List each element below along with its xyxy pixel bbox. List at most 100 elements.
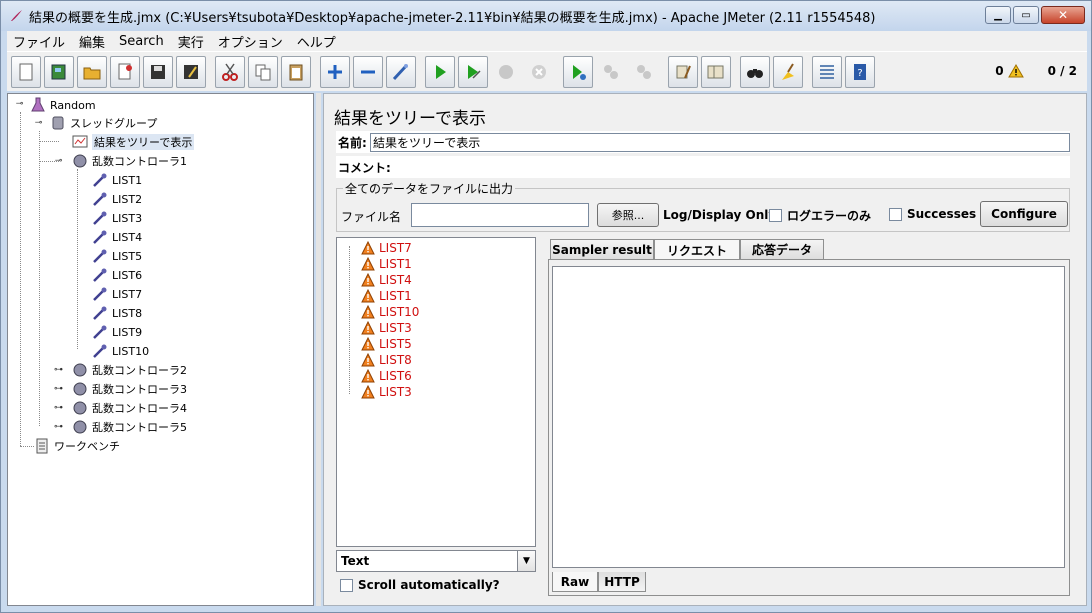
tree-item-workbench[interactable]: ワークベンチ — [34, 437, 120, 455]
result-item[interactable]: LIST7 — [337, 240, 412, 256]
test-plan-tree[interactable]: ⊸ Random ⊸ スレッドグループ 結果をツリーで表示 ⊸ 乱数コントローラ… — [7, 93, 314, 606]
tree-item-random-controller-5[interactable]: 乱数コントローラ5 — [72, 418, 187, 436]
save-button[interactable] — [143, 55, 173, 88]
request-text-area[interactable] — [552, 266, 1065, 568]
start-button[interactable] — [425, 55, 455, 88]
save-as-button[interactable] — [176, 55, 206, 88]
random-controller-icon — [72, 400, 88, 416]
tree-item-sampler-list9[interactable]: LIST9 — [92, 323, 142, 341]
tree-item-sampler-list6[interactable]: LIST6 — [92, 266, 142, 284]
successes-box[interactable] — [889, 207, 902, 221]
menu-edit[interactable]: 編集 — [79, 32, 105, 51]
thread-group-toggle-icon[interactable]: ⊸ — [34, 119, 43, 128]
reset-search-button[interactable] — [773, 55, 803, 88]
new-button[interactable] — [11, 55, 41, 88]
controller5-toggle-icon[interactable]: ⊶ — [54, 423, 63, 432]
tree-item-sampler-list7[interactable]: LIST7 — [92, 285, 142, 303]
collapse-all-button[interactable] — [353, 55, 383, 88]
cut-button[interactable] — [215, 55, 245, 88]
result-item[interactable]: LIST1 — [337, 256, 412, 272]
root-toggle-icon[interactable]: ⊸ — [15, 100, 24, 109]
tree-item-sampler-list1[interactable]: LIST1 — [92, 171, 142, 189]
result-list[interactable]: LIST7 LIST1 LIST4 LIST1 LIST10 LIST3 LIS… — [336, 237, 536, 547]
tree-item-sampler-list8[interactable]: LIST8 — [92, 304, 142, 322]
start-no-pauses-button[interactable] — [458, 55, 488, 88]
successes-checkbox[interactable]: Successes — [889, 207, 976, 221]
filename-input[interactable] — [411, 203, 589, 227]
controller4-toggle-icon[interactable]: ⊶ — [54, 404, 63, 413]
result-item[interactable]: LIST8 — [337, 352, 412, 368]
result-item[interactable]: LIST4 — [337, 272, 412, 288]
remote-start-button[interactable] — [563, 55, 593, 88]
tab-http[interactable]: HTTP — [598, 572, 646, 592]
tree-item-random-controller-4[interactable]: 乱数コントローラ4 — [72, 399, 187, 417]
close-icon[interactable]: ✕ — [1041, 6, 1085, 24]
result-item[interactable]: LIST3 — [337, 320, 412, 336]
warning-icon — [361, 353, 375, 367]
result-item[interactable]: LIST1 — [337, 288, 412, 304]
renderer-select[interactable]: Text ▼ — [336, 550, 536, 572]
close-file-button[interactable] — [110, 55, 140, 88]
scroll-automatically-box[interactable] — [340, 578, 353, 592]
copy-button[interactable] — [248, 55, 278, 88]
tree-item-sampler-list2[interactable]: LIST2 — [92, 190, 142, 208]
menu-help[interactable]: ヘルプ — [297, 32, 336, 51]
warning-icon — [361, 337, 375, 351]
minimize-icon[interactable]: ▁ — [985, 6, 1011, 24]
search-button[interactable] — [740, 55, 770, 88]
paste-clipboard-icon — [289, 64, 303, 80]
tree-item-sampler-list4[interactable]: LIST4 — [92, 228, 142, 246]
menu-run[interactable]: 実行 — [178, 32, 204, 51]
configure-button[interactable]: Configure — [980, 201, 1068, 227]
tree-item-random-controller-2[interactable]: 乱数コントローラ2 — [72, 361, 187, 379]
comment-row[interactable]: コメント: — [336, 156, 1070, 178]
tab-sampler-result[interactable]: Sampler result — [550, 239, 654, 259]
tree-item-root[interactable]: Random — [30, 96, 96, 114]
warning-icon[interactable] — [1007, 64, 1024, 78]
view-results-tree-icon — [72, 134, 88, 150]
paste-button[interactable] — [281, 55, 311, 88]
tab-raw[interactable]: Raw — [552, 572, 598, 592]
result-item[interactable]: LIST10 — [337, 304, 419, 320]
name-field[interactable] — [370, 132, 1070, 152]
templates-button[interactable] — [44, 55, 74, 88]
controller2-toggle-icon[interactable]: ⊶ — [54, 366, 63, 375]
tree-item-view-results-tree[interactable]: 結果をツリーで表示 — [72, 133, 195, 151]
menu-search[interactable]: Search — [119, 34, 164, 49]
scroll-automatically-checkbox[interactable]: Scroll automatically? — [340, 578, 500, 592]
sampler-pipette-icon — [92, 267, 108, 283]
tree-item-thread-group[interactable]: スレッドグループ — [50, 114, 157, 132]
tree-item-sampler-list5[interactable]: LIST5 — [92, 247, 142, 265]
tree-item-sampler-list3[interactable]: LIST3 — [92, 209, 142, 227]
result-item[interactable]: LIST5 — [337, 336, 412, 352]
tree-item-random-controller-3[interactable]: 乱数コントローラ3 — [72, 380, 187, 398]
errors-only-checkbox[interactable]: ログエラーのみ — [769, 207, 871, 224]
result-item[interactable]: LIST3 — [337, 384, 412, 400]
tab-request[interactable]: リクエスト — [654, 239, 740, 260]
remote-shutdown-button[interactable] — [629, 56, 659, 88]
open-button[interactable] — [77, 55, 107, 88]
controller1-toggle-icon[interactable]: ⊸ — [54, 157, 63, 166]
dropdown-arrow-icon[interactable]: ▼ — [517, 551, 535, 571]
help-button[interactable]: ? — [845, 55, 875, 88]
request-tab-body: Raw HTTP — [548, 259, 1070, 596]
clear-button[interactable] — [668, 55, 698, 88]
tree-item-random-controller-1[interactable]: 乱数コントローラ1 — [72, 152, 187, 170]
pane-splitter[interactable] — [316, 93, 321, 606]
clear-all-button[interactable] — [701, 55, 731, 88]
remote-stop-button[interactable] — [596, 56, 626, 88]
toggle-button[interactable] — [386, 55, 416, 88]
expand-all-button[interactable] — [320, 55, 350, 88]
menu-file[interactable]: ファイル — [13, 32, 65, 51]
shutdown-button[interactable] — [524, 56, 554, 88]
stop-button[interactable] — [491, 56, 521, 88]
controller3-toggle-icon[interactable]: ⊶ — [54, 385, 63, 394]
browse-button[interactable]: 参照... — [597, 203, 659, 227]
maximize-icon[interactable]: ▭ — [1013, 6, 1039, 24]
function-helper-button[interactable] — [812, 55, 842, 88]
errors-only-box[interactable] — [769, 209, 782, 222]
tree-item-sampler-list10[interactable]: LIST10 — [92, 342, 149, 360]
result-item[interactable]: LIST6 — [337, 368, 412, 384]
tab-response-data[interactable]: 応答データ — [740, 239, 824, 259]
menu-options[interactable]: オプション — [218, 32, 283, 51]
